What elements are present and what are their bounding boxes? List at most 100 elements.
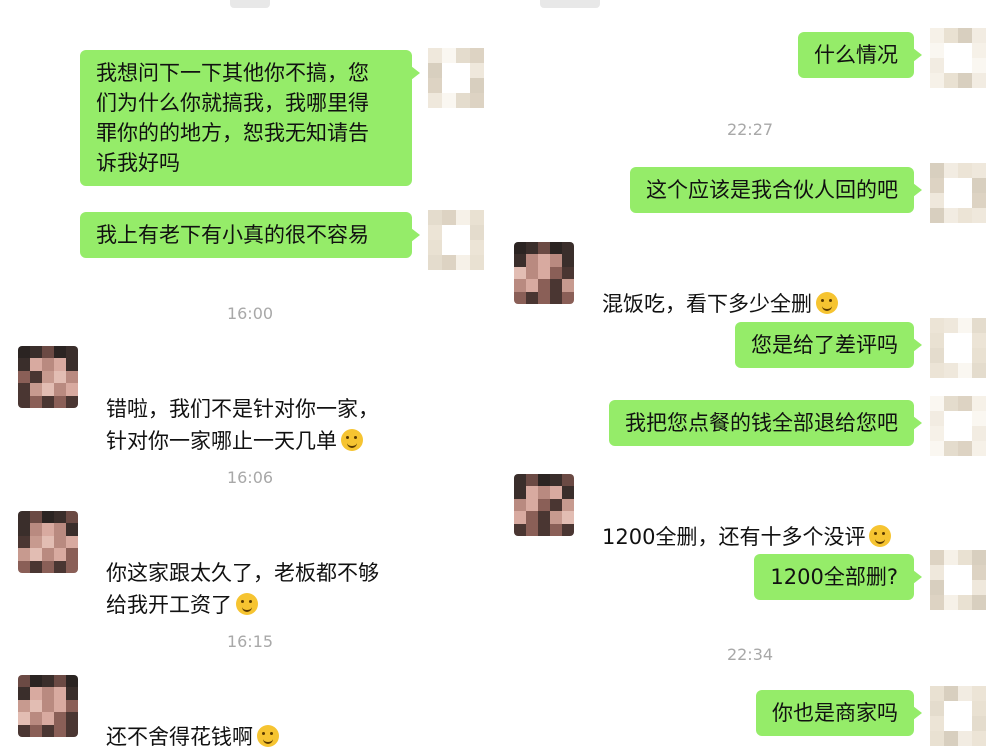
self-avatar[interactable] — [930, 550, 986, 610]
avatar-mosaic-cell — [562, 523, 574, 536]
avatar-mosaic-cell — [30, 395, 42, 408]
avatar-mosaic-cell — [958, 208, 972, 223]
outgoing-message[interactable]: 我上有老下有小真的很不容易 — [80, 212, 420, 258]
avatar-mosaic-cell — [958, 178, 972, 193]
incoming-message[interactable]: 1200全删，还有十多个没评 — [602, 489, 892, 553]
avatar-mosaic-cell — [18, 511, 30, 524]
avatar-mosaic-cell — [30, 346, 42, 359]
avatar-mosaic-cell — [958, 333, 972, 348]
avatar-mosaic-cell — [18, 395, 30, 408]
avatar-mosaic-cell — [428, 225, 442, 240]
avatar-mosaic-cell — [18, 358, 30, 371]
outgoing-message[interactable]: 这个应该是我合伙人回的吧 — [630, 167, 922, 213]
self-avatar[interactable] — [930, 163, 986, 223]
avatar-mosaic-cell — [550, 254, 562, 267]
avatar-mosaic-cell — [526, 474, 538, 487]
outgoing-message[interactable]: 我想问下一下其他你不搞，您 们为什么你就搞我，我哪里得 罪你的的地方，恕我无知请… — [80, 50, 420, 186]
avatar-mosaic-cell — [456, 48, 470, 63]
avatar-mosaic-cell — [930, 178, 944, 193]
avatar-mosaic-cell — [930, 716, 944, 731]
avatar-mosaic-cell — [66, 699, 78, 713]
avatar-mosaic-cell — [66, 523, 78, 536]
avatar-mosaic-cell — [30, 383, 42, 396]
avatar-mosaic-cell — [54, 358, 66, 371]
avatar-mosaic-cell — [958, 43, 972, 58]
avatar-mosaic-cell — [972, 58, 986, 73]
avatar-mosaic-cell — [42, 346, 54, 359]
avatar-mosaic-cell — [442, 63, 456, 78]
avatar-mosaic-cell — [538, 498, 550, 512]
avatar-mosaic-cell — [944, 28, 958, 43]
timestamp: 16:15 — [226, 632, 274, 651]
avatar-mosaic-cell — [538, 523, 550, 536]
self-avatar[interactable] — [428, 210, 484, 270]
avatar-mosaic-cell — [42, 687, 54, 700]
avatar-mosaic-cell — [30, 370, 42, 384]
avatar-mosaic-cell — [562, 266, 574, 280]
sweat-emoji-icon — [257, 725, 279, 747]
incoming-message[interactable]: 混饭吃，看下多少全删 — [602, 256, 838, 320]
self-avatar[interactable] — [930, 396, 986, 456]
self-avatar[interactable] — [428, 48, 484, 108]
outgoing-message[interactable]: 你也是商家吗 — [756, 690, 922, 736]
outgoing-message[interactable]: 我把您点餐的钱全部退给您吧 — [609, 400, 922, 446]
self-avatar[interactable] — [930, 28, 986, 88]
outgoing-message[interactable]: 您是给了差评吗 — [735, 322, 922, 368]
self-avatar[interactable] — [930, 686, 986, 746]
avatar-mosaic-cell — [944, 333, 958, 348]
message-text: 混饭吃，看下多少全删 — [602, 292, 812, 316]
contact-avatar[interactable] — [18, 346, 78, 408]
avatar-mosaic-cell — [944, 731, 958, 746]
contact-avatar[interactable] — [514, 242, 574, 304]
contact-avatar[interactable] — [18, 511, 78, 573]
avatar-mosaic-cell — [944, 595, 958, 610]
avatar-mosaic-cell — [514, 523, 526, 536]
avatar-mosaic-cell — [30, 560, 42, 573]
avatar-mosaic-cell — [42, 699, 54, 713]
avatar-mosaic-cell — [66, 712, 78, 725]
avatar-mosaic-cell — [958, 318, 972, 333]
avatar-mosaic-cell — [562, 279, 574, 292]
avatar-mosaic-cell — [526, 511, 538, 524]
avatar-mosaic-cell — [18, 687, 30, 700]
avatar-mosaic-cell — [944, 426, 958, 441]
avatar-mosaic-cell — [526, 291, 538, 304]
avatar-mosaic-cell — [972, 716, 986, 731]
avatar-mosaic-cell — [428, 93, 442, 108]
outgoing-message[interactable]: 1200全部删? — [754, 554, 922, 600]
avatar-mosaic-cell — [514, 486, 526, 499]
avatar-mosaic-cell — [958, 363, 972, 378]
avatar-mosaic-cell — [66, 370, 78, 384]
avatar-mosaic-cell — [54, 370, 66, 384]
avatar-mosaic-cell — [66, 358, 78, 371]
avatar-mosaic-cell — [526, 486, 538, 499]
avatar-mosaic-cell — [54, 395, 66, 408]
incoming-message[interactable]: 你这家跟太久了，老板都不够 给我开工资了 — [106, 525, 379, 621]
sweat-emoji-icon — [236, 593, 258, 615]
avatar-mosaic-cell — [42, 523, 54, 536]
avatar-mosaic-cell — [66, 687, 78, 700]
avatar-mosaic-cell — [958, 411, 972, 426]
avatar-mosaic-cell — [30, 535, 42, 549]
avatar-mosaic-cell — [30, 511, 42, 524]
avatar-mosaic-cell — [930, 580, 944, 595]
avatar-mosaic-cell — [958, 550, 972, 565]
avatar-mosaic-cell — [944, 163, 958, 178]
avatar-mosaic-cell — [42, 712, 54, 725]
avatar-mosaic-cell — [958, 58, 972, 73]
avatar-mosaic-cell — [470, 210, 484, 225]
avatar-mosaic-cell — [944, 58, 958, 73]
avatar-mosaic-cell — [958, 193, 972, 208]
avatar-mosaic-cell — [958, 28, 972, 43]
avatar-mosaic-cell — [972, 701, 986, 716]
self-avatar[interactable] — [930, 318, 986, 378]
contact-avatar[interactable] — [514, 474, 574, 536]
incoming-message[interactable]: 还不舍得花钱啊 — [106, 689, 279, 750]
avatar-mosaic-cell — [30, 523, 42, 536]
incoming-message[interactable]: 错啦，我们不是针对你一家， 针对你一家哪止一天几单 — [106, 361, 379, 457]
avatar-mosaic-cell — [972, 550, 986, 565]
avatar-mosaic-cell — [18, 560, 30, 573]
outgoing-message[interactable]: 什么情况 — [798, 32, 922, 78]
contact-avatar[interactable] — [18, 675, 78, 737]
avatar-mosaic-cell — [944, 441, 958, 456]
